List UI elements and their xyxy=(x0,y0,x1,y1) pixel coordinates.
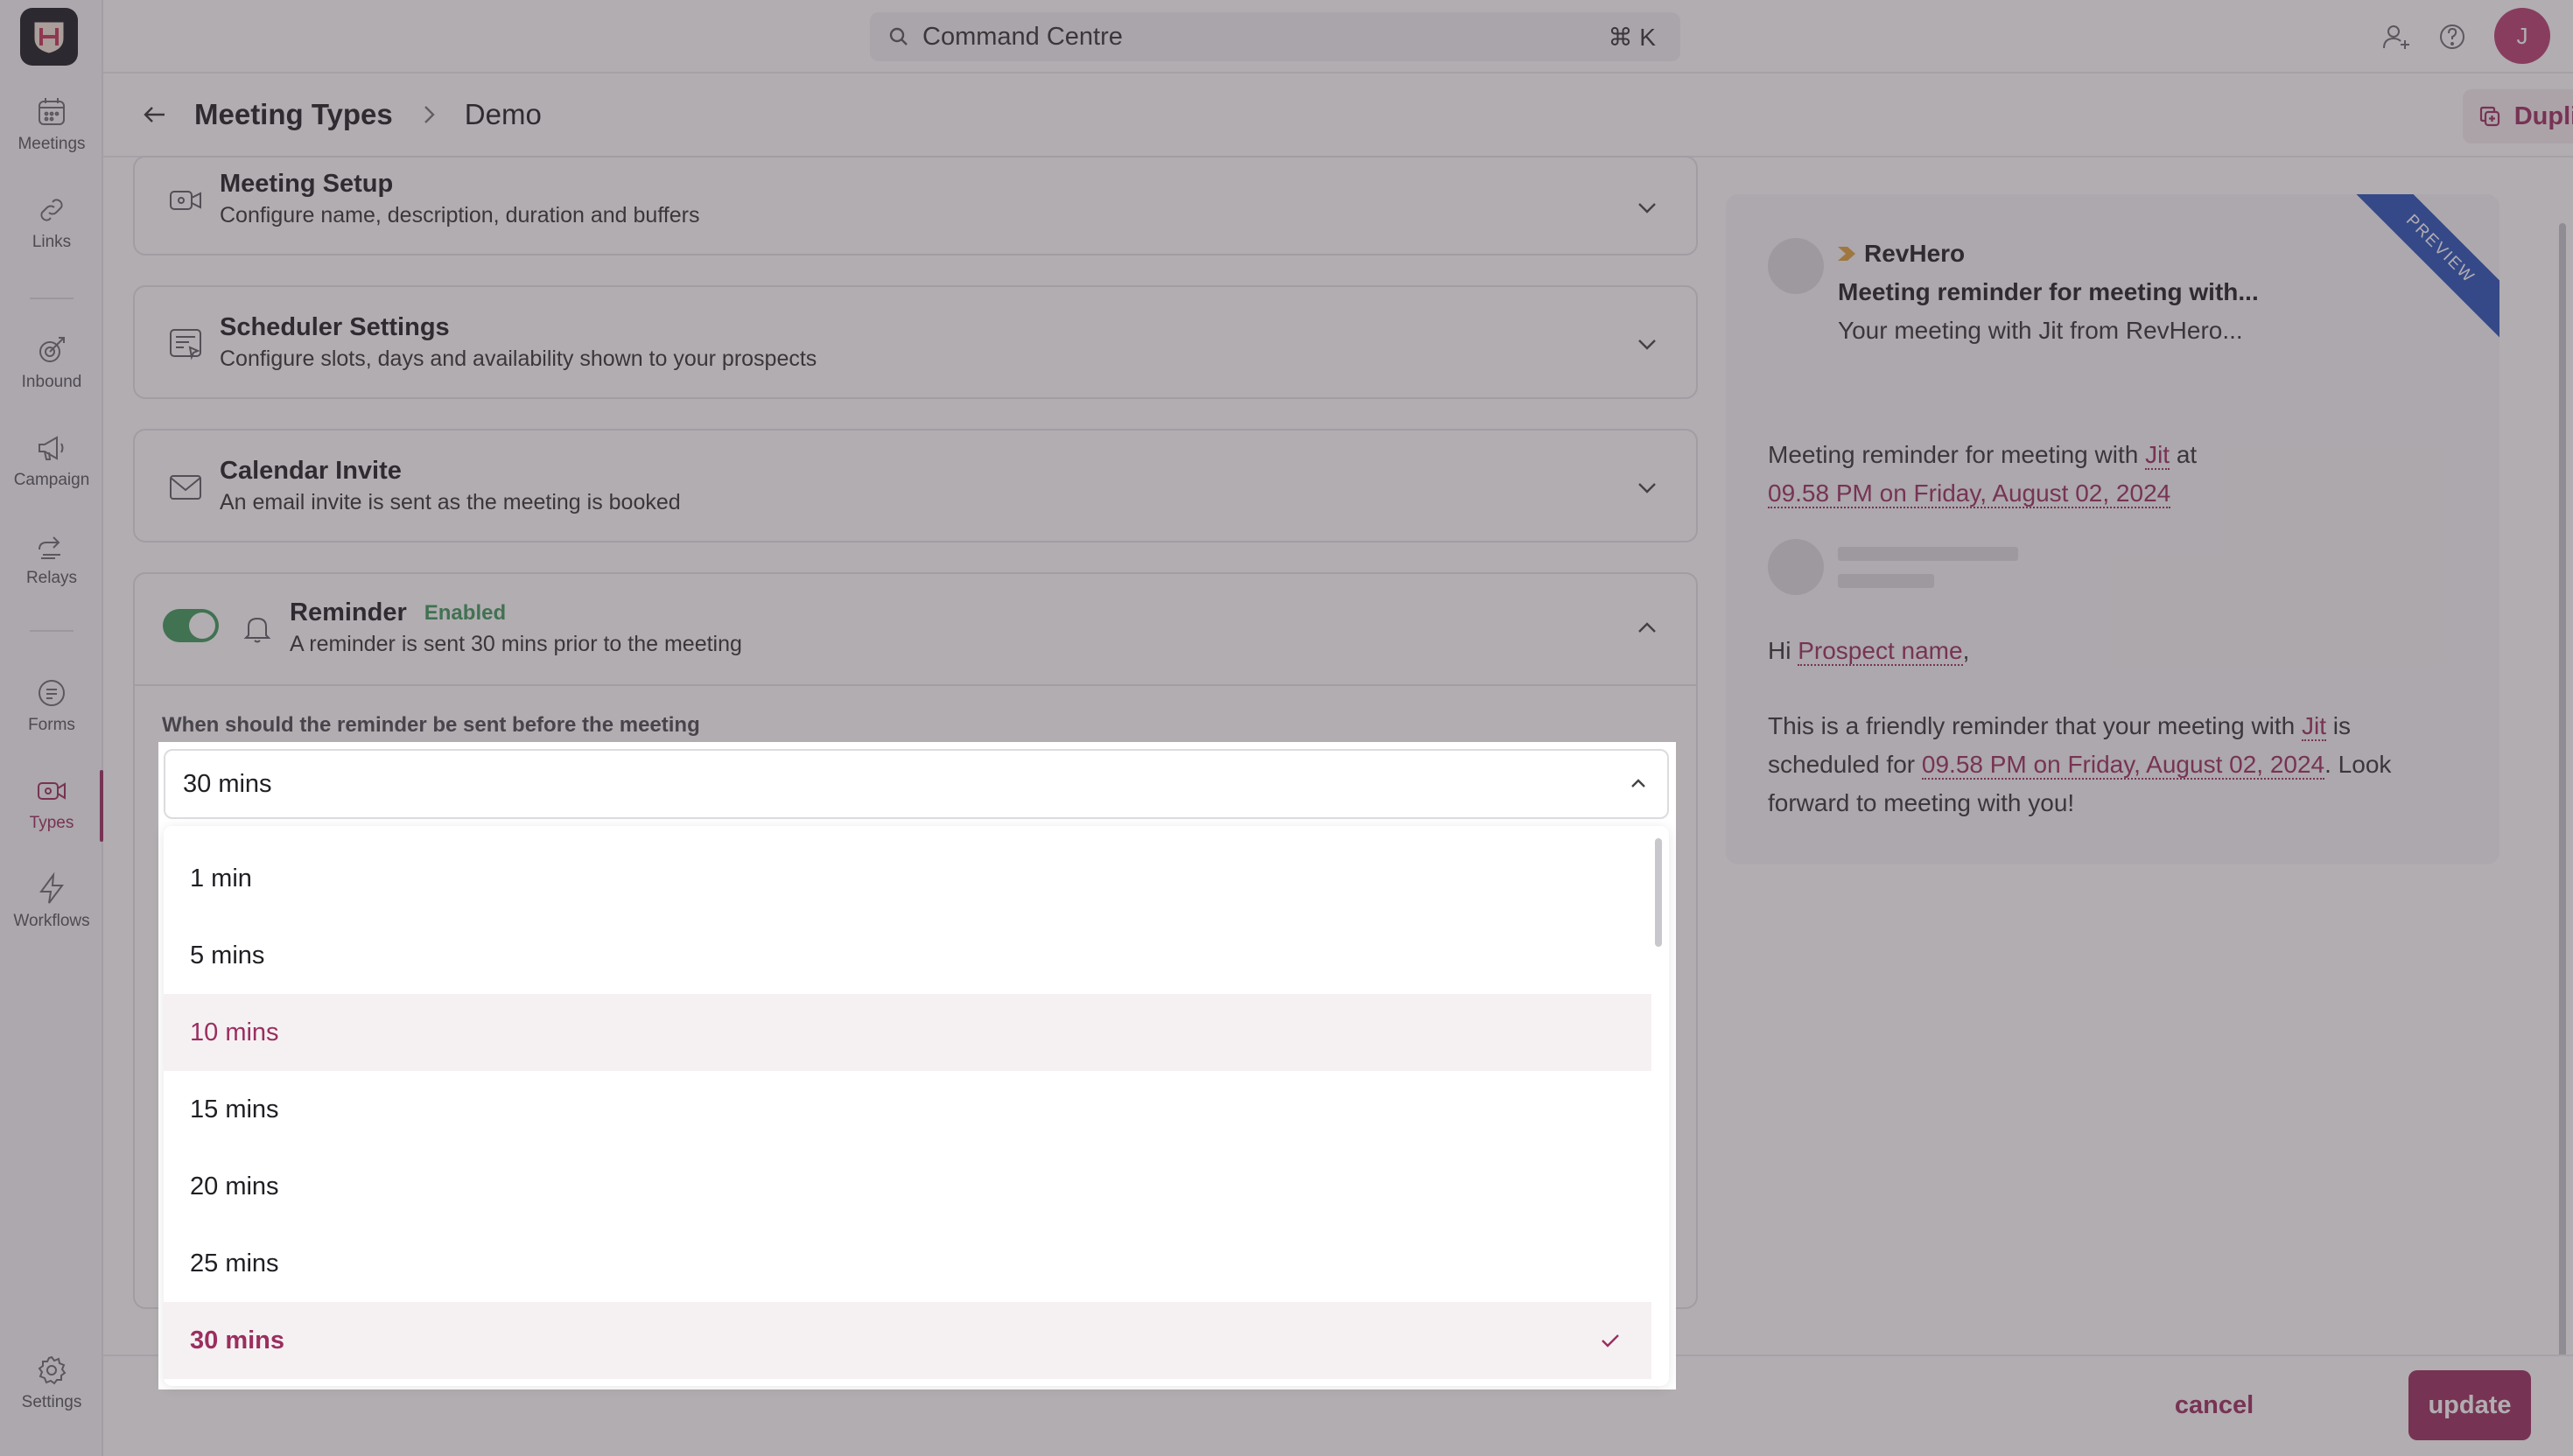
option-label: 5 mins xyxy=(190,941,265,970)
option-item[interactable]: 25 mins xyxy=(164,1225,1651,1302)
option-label: 10 mins xyxy=(190,1018,279,1046)
chevron-up-icon xyxy=(1631,779,1645,788)
option-label: 15 mins xyxy=(190,1095,279,1124)
dropdown-scrollbar[interactable] xyxy=(1655,838,1662,947)
option-label: 20 mins xyxy=(190,1172,279,1200)
select-value: 30 mins xyxy=(183,769,272,798)
option-item[interactable]: 20 mins xyxy=(164,1148,1651,1225)
reminder-dropdown: 30 mins 1 min 5 mins 10 mins 15 mins 20 … xyxy=(158,742,1676,1390)
option-label: 30 mins xyxy=(190,1326,284,1354)
option-item[interactable]: 1 min xyxy=(164,840,1651,917)
reminder-select[interactable]: 30 mins xyxy=(164,749,1669,819)
option-item-selected[interactable]: 30 mins xyxy=(164,1302,1651,1379)
option-label: 1 min xyxy=(190,864,252,892)
option-item-hovered[interactable]: 10 mins xyxy=(164,994,1651,1071)
option-item[interactable]: 5 mins xyxy=(164,917,1651,994)
option-list: 1 min 5 mins 10 mins 15 mins 20 mins 25 … xyxy=(164,826,1669,1386)
option-item[interactable]: 15 mins xyxy=(164,1071,1651,1148)
check-icon xyxy=(1602,1334,1619,1348)
option-label: 25 mins xyxy=(190,1249,279,1278)
